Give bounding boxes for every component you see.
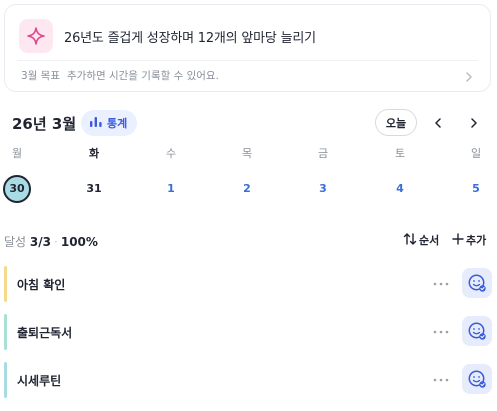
goal-hint-prefix: 3월 목표 xyxy=(21,70,60,82)
routine-item[interactable]: 시세루틴 xyxy=(4,360,493,400)
week-strip: 월 30 화 31 수 1 목 2 금 3 토 4 일 5 xyxy=(0,147,497,207)
routine-color-bar xyxy=(4,314,7,350)
chevron-right-icon[interactable] xyxy=(464,113,484,133)
sort-button[interactable]: 순서 xyxy=(403,232,439,248)
chevron-left-icon[interactable] xyxy=(428,113,448,133)
today-button[interactable]: 오늘 xyxy=(375,109,417,136)
progress-label: 달성 xyxy=(4,235,27,249)
routine-name: 아침 확인 xyxy=(17,277,66,292)
goal-card[interactable]: 26년도 즐겁게 성장하며 12개의 앞마당 늘리기 3월 목표 추가하면 시간을… xyxy=(4,4,491,92)
day-column[interactable]: 목 2 xyxy=(227,147,267,203)
date-selected[interactable]: 30 xyxy=(3,175,31,203)
month-label: 26년 3월 xyxy=(12,115,77,133)
sort-icon xyxy=(403,232,417,248)
weekday-label: 화 xyxy=(88,147,100,160)
day-column[interactable]: 화 31 xyxy=(74,147,114,203)
bar-chart-icon xyxy=(89,116,103,131)
smile-check-icon[interactable] xyxy=(462,268,492,298)
date[interactable]: 2 xyxy=(233,175,261,203)
day-column[interactable]: 금 3 xyxy=(303,147,343,203)
progress-summary: 달성 3/3 · 100% xyxy=(4,235,98,249)
day-column[interactable]: 토 4 xyxy=(380,147,420,203)
date[interactable]: 31 xyxy=(80,175,108,203)
date[interactable]: 3 xyxy=(309,175,337,203)
divider xyxy=(17,60,478,61)
routine-name: 시세루틴 xyxy=(17,373,62,388)
add-label: 추가 xyxy=(466,234,487,247)
routine-item[interactable]: 아침 확인 xyxy=(4,264,493,304)
weekday-label: 월 xyxy=(11,147,23,160)
goal-hint[interactable]: 3월 목표 추가하면 시간을 기록할 수 있어요. xyxy=(21,68,219,83)
smile-check-icon[interactable] xyxy=(462,364,492,394)
add-button[interactable]: 추가 xyxy=(452,232,486,248)
stats-button[interactable]: 통계 xyxy=(81,110,138,136)
weekday-label: 일 xyxy=(470,147,482,160)
day-column[interactable]: 일 5 xyxy=(456,147,496,203)
routine-color-bar xyxy=(4,266,7,302)
more-icon[interactable] xyxy=(432,323,450,341)
weekday-label: 목 xyxy=(241,147,253,160)
routine-color-bar xyxy=(4,362,7,398)
date[interactable]: 4 xyxy=(386,175,414,203)
goal-row: 26년도 즐겁게 성장하며 12개의 앞마당 늘리기 xyxy=(19,18,316,54)
weekday-label: 금 xyxy=(317,147,329,160)
progress-percent: 100% xyxy=(60,235,98,249)
plus-icon xyxy=(452,232,464,248)
date[interactable]: 5 xyxy=(462,175,490,203)
progress-count: 3/3 xyxy=(29,235,52,249)
smile-check-icon[interactable] xyxy=(462,316,492,346)
routine-name: 출퇴근독서 xyxy=(17,325,73,340)
more-icon[interactable] xyxy=(432,275,450,293)
weekday-label: 토 xyxy=(394,147,406,160)
sort-label: 순서 xyxy=(419,234,440,247)
goal-title: 26년도 즐겁게 성장하며 12개의 앞마당 늘리기 xyxy=(64,30,316,46)
routine-item[interactable]: 출퇴근독서 xyxy=(4,312,493,352)
day-column[interactable]: 수 1 xyxy=(151,147,191,203)
sparkle-icon xyxy=(19,19,53,53)
date[interactable]: 1 xyxy=(157,175,185,203)
day-column[interactable]: 월 30 xyxy=(0,147,37,203)
weekday-label: 수 xyxy=(165,147,177,160)
stats-label: 통계 xyxy=(107,117,128,130)
more-icon[interactable] xyxy=(432,371,450,389)
chevron-right-icon[interactable] xyxy=(464,68,474,87)
goal-hint-text: 추가하면 시간을 기록할 수 있어요. xyxy=(67,70,219,82)
